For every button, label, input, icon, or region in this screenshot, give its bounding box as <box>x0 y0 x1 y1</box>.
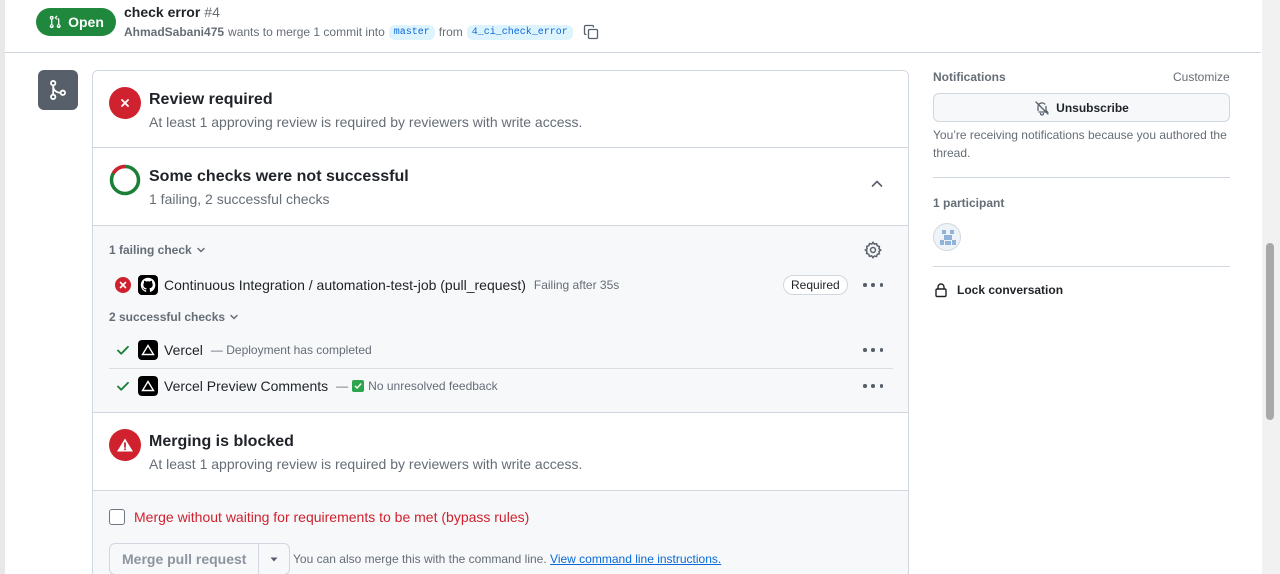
pull-request-icon <box>49 15 61 29</box>
lock-conversation-button[interactable]: Lock conversation <box>933 282 1063 298</box>
base-branch[interactable]: master <box>388 24 435 40</box>
pr-action-text: wants to merge 1 commit into <box>228 25 385 39</box>
check-name[interactable]: Vercel <box>164 342 203 358</box>
checks-list-section: 1 failing check Continuous Integration /… <box>93 226 908 413</box>
check-description-dash: — <box>336 378 349 393</box>
review-required-subtitle: At least 1 approving review is required … <box>149 114 583 130</box>
check-icon <box>115 378 131 394</box>
merge-status-icon <box>38 70 78 110</box>
sidebar-divider <box>933 177 1230 178</box>
merge-pull-request-button[interactable]: Merge pull request <box>110 544 260 574</box>
merge-box: Review required At least 1 approving rev… <box>92 70 909 574</box>
notifications-heading: Notifications <box>933 70 1006 84</box>
pr-title: check error #4 <box>124 4 220 20</box>
failing-checks-label: 1 failing check <box>109 243 192 257</box>
checks-subtitle: 1 failing, 2 successful checks <box>149 191 330 207</box>
alert-icon <box>109 429 141 461</box>
unsubscribe-label: Unsubscribe <box>1056 100 1129 115</box>
check-row-success[interactable]: Vercel Preview Comments — No unresolved … <box>109 368 893 402</box>
left-gutter <box>0 0 5 574</box>
unsubscribe-button[interactable]: Unsubscribe <box>933 93 1230 122</box>
head-branch[interactable]: 4_ci_check_error <box>466 24 573 40</box>
kebab-horizontal-icon[interactable] <box>863 378 883 394</box>
x-circle-icon <box>109 87 141 119</box>
command-line-note: You can also merge this with the command… <box>293 552 721 566</box>
lock-conversation-label: Lock conversation <box>957 283 1064 297</box>
checks-summary-section[interactable]: Some checks were not successful 1 failin… <box>93 148 908 226</box>
participants-heading: 1 participant <box>933 196 1005 210</box>
kebab-horizontal-icon[interactable] <box>863 342 883 358</box>
merging-blocked-title: Merging is blocked <box>149 433 294 450</box>
merge-button-group: Merge pull request <box>109 543 291 574</box>
merge-method-dropdown[interactable] <box>259 544 289 574</box>
kebab-horizontal-icon[interactable] <box>863 277 883 293</box>
command-line-instructions-link[interactable]: View command line instructions. <box>550 552 721 566</box>
vercel-icon <box>138 375 158 396</box>
check-row-failing[interactable]: Continuous Integration / automation-test… <box>109 268 893 302</box>
check-description: — No unresolved feedback <box>336 379 497 393</box>
check-description: Failing after 35s <box>533 278 620 292</box>
x-circle-icon <box>115 277 131 293</box>
failing-checks-toggle[interactable]: 1 failing check <box>109 243 207 257</box>
merging-blocked-subtitle: At least 1 approving review is required … <box>149 456 583 472</box>
avatar[interactable] <box>933 223 961 251</box>
chevron-up-icon[interactable] <box>869 176 885 192</box>
pr-page: Open check error #4 AhmadSabani475 wants … <box>0 0 1280 574</box>
gear-icon[interactable] <box>864 241 882 259</box>
merging-blocked-section: Merging is blocked At least 1 approving … <box>93 413 908 491</box>
triangle-down-icon <box>270 557 278 562</box>
copy-icon[interactable] <box>583 24 599 40</box>
checks-ring-icon <box>109 164 141 196</box>
scrollbar[interactable] <box>1262 0 1280 574</box>
pr-state-badge: Open <box>36 8 116 36</box>
bypass-rules-checkbox[interactable]: Merge without waiting for requirements t… <box>109 509 529 525</box>
github-icon <box>138 275 158 295</box>
notification-note: You’re receiving notifications because y… <box>933 128 1227 160</box>
required-badge: Required <box>783 275 848 295</box>
pr-number: #4 <box>204 4 220 20</box>
command-line-text: You can also merge this with the command… <box>293 552 547 566</box>
lock-icon <box>935 283 947 298</box>
git-merge-icon <box>50 80 66 100</box>
pr-state-label: Open <box>68 14 104 30</box>
bypass-rules-label: Merge without waiting for requirements t… <box>134 509 530 525</box>
checkbox-checked-icon <box>352 379 365 392</box>
from-text: from <box>438 25 463 39</box>
successful-checks-label: 2 successful checks <box>109 310 226 324</box>
check-description: — Deployment has completed <box>210 343 372 357</box>
pr-meta: AhmadSabani475 wants to merge 1 commit i… <box>124 24 599 40</box>
check-name[interactable]: Vercel Preview Comments <box>164 378 328 394</box>
pr-title-text: check error <box>124 4 201 20</box>
customize-link[interactable]: Customize <box>1173 70 1230 84</box>
chevron-down-icon <box>230 314 238 320</box>
merge-actions-section: Merge without waiting for requirements t… <box>93 491 908 574</box>
review-required-title: Review required <box>149 91 273 108</box>
checkbox[interactable] <box>109 509 125 525</box>
review-required-section: Review required At least 1 approving rev… <box>93 71 908 148</box>
chevron-down-icon <box>196 247 205 253</box>
scrollbar-thumb[interactable] <box>1266 243 1274 420</box>
successful-checks-toggle[interactable]: 2 successful checks <box>109 310 240 324</box>
check-name[interactable]: Continuous Integration / automation-test… <box>164 277 526 293</box>
vercel-icon <box>138 340 158 360</box>
check-row-success[interactable]: Vercel — Deployment has completed <box>109 333 893 367</box>
check-icon <box>115 342 131 358</box>
bell-slash-icon <box>1035 100 1050 116</box>
checks-title: Some checks were not successful <box>149 168 409 185</box>
sidebar-divider <box>933 266 1230 267</box>
pr-author-link[interactable]: AhmadSabani475 <box>124 25 224 39</box>
check-description-text: No unresolved feedback <box>368 378 498 393</box>
